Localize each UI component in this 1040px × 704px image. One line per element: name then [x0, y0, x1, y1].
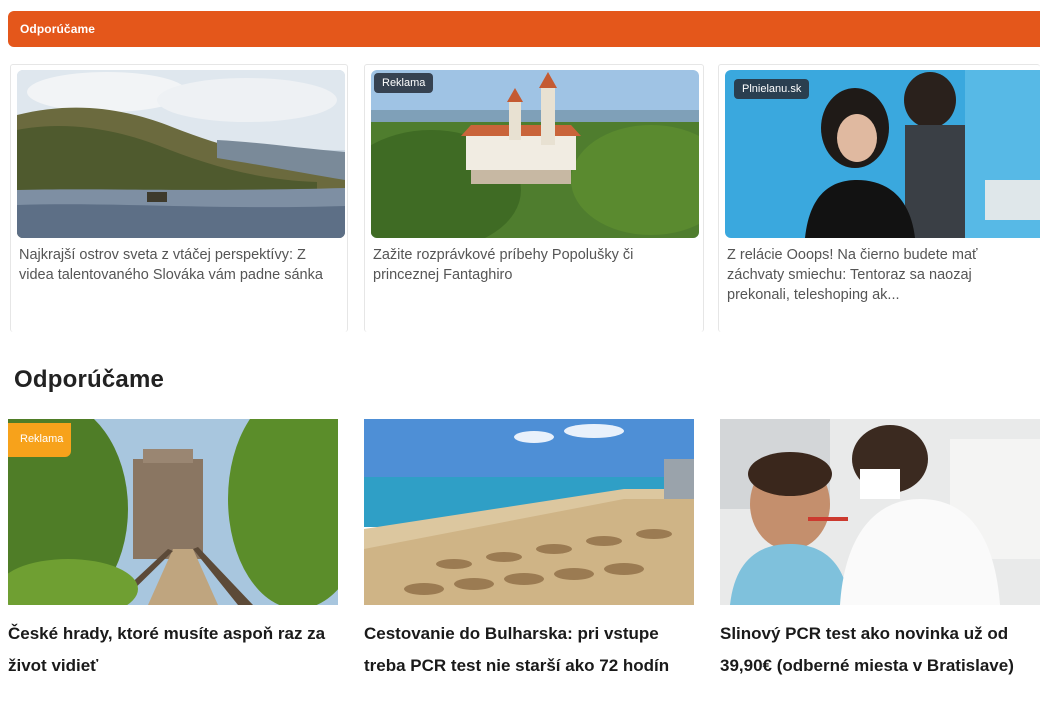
article-tile-pcr-test[interactable]: Slinový PCR test ako novinka už od 39,90… [720, 419, 1040, 682]
ad-badge: Reklama [374, 73, 434, 93]
beach-image[interactable] [364, 419, 694, 605]
card-caption[interactable]: Najkrajší ostrov sveta z vtáčej perspekt… [19, 245, 339, 285]
article-headline[interactable]: České hrady, ktoré musíte aspoň raz za ž… [8, 618, 338, 682]
article-tile-bulgaria[interactable]: Cestovanie do Bulharska: pri vstupe treb… [364, 419, 694, 682]
castles-image[interactable]: Reklama [8, 419, 338, 605]
article-tile-castles[interactable]: Reklama České hrady, ktoré musíte aspoň … [8, 419, 338, 682]
sponsored-card-castle[interactable]: Reklama Zažite rozprávkové príbehy Popol… [364, 64, 704, 332]
article-headline[interactable]: Slinový PCR test ako novinka už od 39,90… [720, 618, 1040, 682]
ad-badge: Reklama [8, 423, 72, 457]
island-image[interactable] [17, 70, 345, 238]
recommended-bar-label: Odporúčame [20, 22, 96, 36]
ad-badge: Plnielanu.sk [734, 79, 810, 99]
card-caption[interactable]: Z relácie Ooops! Na čierno budete mať zá… [727, 245, 1032, 305]
sponsored-card-tv-show[interactable]: Plnielanu.sk Z relácie Ooops! Na čierno … [718, 64, 1040, 332]
pcr-test-image[interactable] [720, 419, 1040, 605]
recommended-bar: Odporúčame [8, 11, 1040, 47]
article-headline[interactable]: Cestovanie do Bulharska: pri vstupe treb… [364, 618, 694, 682]
card-caption[interactable]: Zažite rozprávkové príbehy Popolušky či … [373, 245, 695, 285]
sponsored-card-island[interactable]: Najkrajší ostrov sveta z vtáčej perspekt… [10, 64, 348, 332]
castle-image[interactable] [371, 70, 699, 238]
section-title: Odporúčame [14, 366, 165, 393]
